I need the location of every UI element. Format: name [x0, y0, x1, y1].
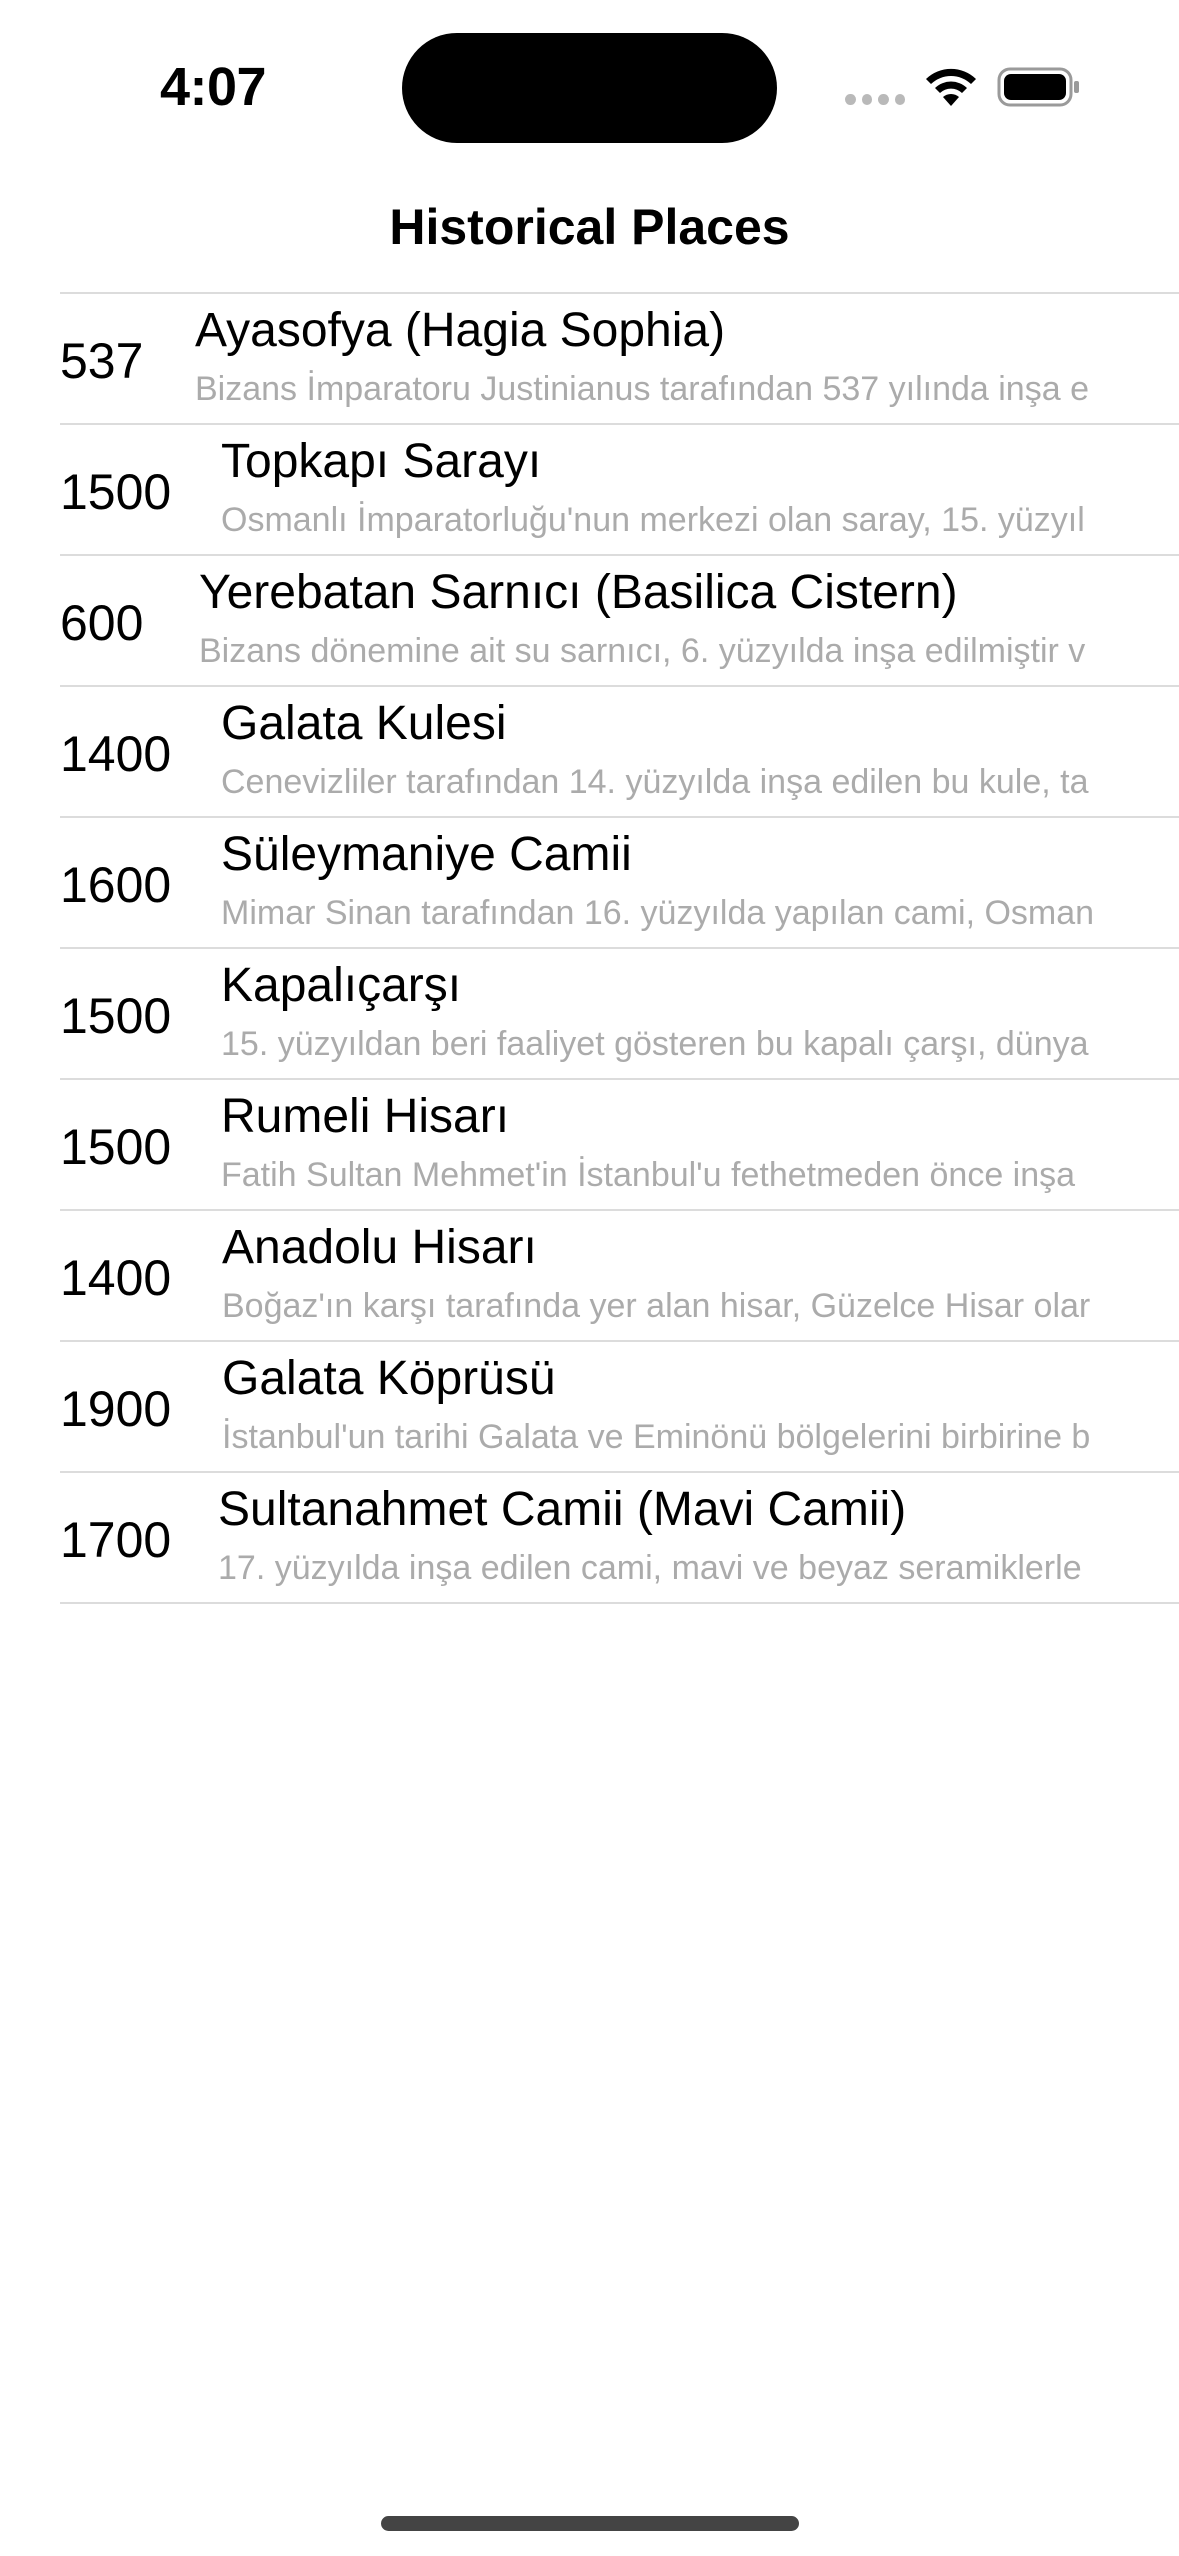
place-description: Cenevizliler tarafından 14. yüzyılda inş… [221, 763, 1089, 801]
place-year: 1400 [60, 726, 172, 782]
place-title: Anadolu Hisarı [222, 1221, 537, 1274]
place-year: 1500 [60, 464, 172, 520]
place-description: İstanbul'un tarihi Galata ve Eminönü böl… [222, 1418, 1091, 1456]
list-item[interactable]: 1500 Topkapı Sarayı Osmanlı İmparatorluğ… [60, 425, 1179, 556]
place-title: Süleymaniye Camii [221, 828, 632, 881]
place-year: 1700 [60, 1512, 172, 1568]
home-indicator[interactable] [381, 2516, 799, 2531]
place-description: Mimar Sinan tarafından 16. yüzyılda yapı… [221, 894, 1095, 932]
place-description: 15. yüzyıldan beri faaliyet gösteren bu … [221, 1025, 1089, 1063]
place-title: Topkapı Sarayı [221, 435, 542, 488]
place-title: Kapalıçarşı [221, 959, 462, 1012]
place-year: 600 [60, 595, 144, 651]
place-title: Yerebatan Sarnıcı (Basilica Cistern) [199, 566, 958, 619]
place-title: Sultanahmet Camii (Mavi Camii) [218, 1483, 907, 1536]
list-item[interactable]: 1700 Sultanahmet Camii (Mavi Camii) 17. … [60, 1473, 1179, 1604]
page-title: Historical Places [389, 199, 790, 255]
list-item[interactable]: 1900 Galata Köprüsü İstanbul'un tarihi G… [60, 1342, 1179, 1473]
place-title: Galata Kulesi [221, 697, 507, 750]
place-title: Ayasofya (Hagia Sophia) [195, 304, 726, 357]
dynamic-island [402, 33, 777, 143]
list-item[interactable]: 1500 Kapalıçarşı 15. yüzyıldan beri faal… [60, 949, 1179, 1080]
place-description: Fatih Sultan Mehmet'in İstanbul'u fethet… [221, 1156, 1076, 1194]
place-year: 537 [60, 333, 144, 389]
list-item[interactable]: 1400 Galata Kulesi Cenevizliler tarafınd… [60, 687, 1179, 818]
place-description: Boğaz'ın karşı tarafında yer alan hisar,… [222, 1287, 1091, 1325]
list-item[interactable]: 1400 Anadolu Hisarı Boğaz'ın karşı taraf… [60, 1211, 1179, 1342]
place-year: 1500 [60, 1119, 172, 1175]
place-description: Osmanlı İmparatorluğu'nun merkezi olan s… [221, 501, 1085, 539]
place-year: 1500 [60, 988, 172, 1044]
list-item[interactable]: 1600 Süleymaniye Camii Mimar Sinan taraf… [60, 818, 1179, 949]
cellular-signal-icon [845, 94, 905, 106]
place-title: Galata Köprüsü [222, 1352, 556, 1405]
place-title: Rumeli Hisarı [221, 1090, 510, 1143]
list-item[interactable]: 537 Ayasofya (Hagia Sophia) Bizans İmpar… [60, 294, 1179, 425]
app-screen: 4:07 Historical Places 537 Ayasofya (Hag… [0, 0, 1179, 2556]
wifi-icon [926, 68, 976, 106]
place-year: 1600 [60, 857, 172, 913]
place-description: Bizans İmparatoru Justinianus tarafından… [195, 370, 1089, 408]
list-item[interactable]: 600 Yerebatan Sarnıcı (Basilica Cistern)… [60, 556, 1179, 687]
places-list: 537 Ayasofya (Hagia Sophia) Bizans İmpar… [60, 292, 1179, 1604]
battery-full-icon [997, 67, 1079, 107]
place-year: 1900 [60, 1381, 172, 1437]
place-description: 17. yüzyılda inşa edilen cami, mavi ve b… [218, 1549, 1082, 1587]
place-description: Bizans dönemine ait su sarnıcı, 6. yüzyı… [199, 632, 1086, 670]
status-time: 4:07 [160, 57, 267, 117]
list-item[interactable]: 1500 Rumeli Hisarı Fatih Sultan Mehmet'i… [60, 1080, 1179, 1211]
place-year: 1400 [60, 1250, 172, 1306]
